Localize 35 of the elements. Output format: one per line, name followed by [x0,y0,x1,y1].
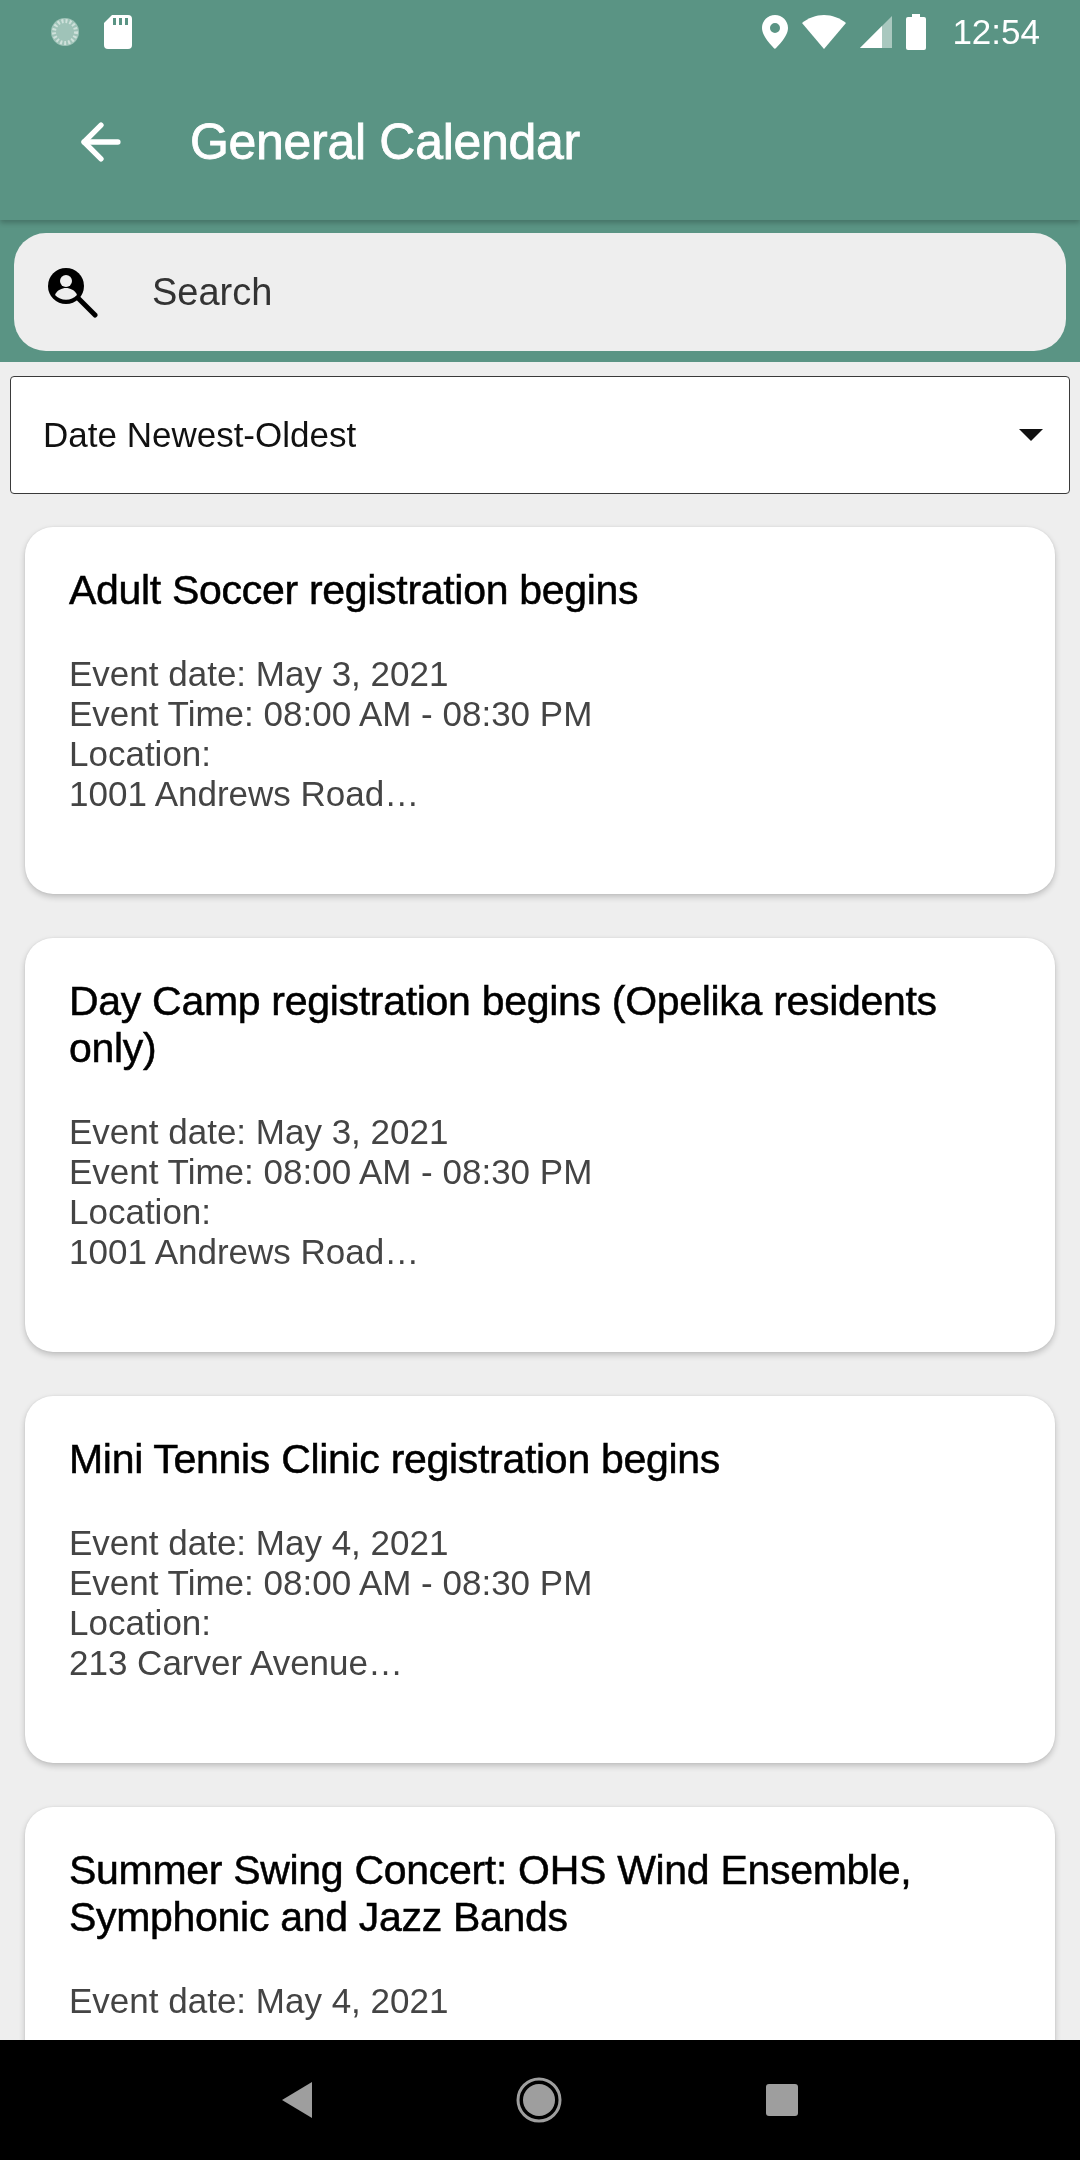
event-date: Event date: May 3, 2021 [69,1112,450,1152]
sd-card-icon [104,15,132,49]
back-triangle-icon[interactable] [282,2082,312,2118]
caret-icon [1019,429,1043,441]
sort-dropdown[interactable]: Date Newest-Oldest [10,376,1070,494]
search-icon [46,266,98,318]
location-label: Location: [69,1603,213,1643]
battery-icon [906,14,927,50]
event-card[interactable]: Day Camp registration begins (Opelika residents only) Event date: May 3, 2021 Event Time: 08:00 AM - 08:30 PM Location: 1001 Andrews Road… [25,938,1055,1352]
event-card[interactable]: Summer Swing Concert: OHS Wind Ensemble, Symphonic and Jazz Bands Event date: May 4, 2021 [25,1807,1055,2040]
screen-title: General Calendar [190,113,580,171]
event-title: Adult Soccer registration begins [69,567,640,614]
event-date: Event date: May 4, 2021 [69,1981,450,2021]
event-location: 1001 Andrews Road… [69,1232,421,1272]
event-title: Mini Tennis Clinic registration begins [69,1436,721,1483]
event-time: Event Time: 08:00 AM - 08:30 PM [69,1152,594,1192]
event-title: Day Camp registration begins (Opelika residents only) [69,978,938,1072]
location-label: Location: [69,734,213,774]
location-label: Location: [69,1192,213,1232]
event-location: 213 Carver Avenue… [69,1643,404,1683]
home-circle-icon[interactable] [516,2077,562,2123]
event-title: Summer Swing Concert: OHS Wind Ensemble, Symphonic and Jazz Bands [69,1847,913,1941]
event-date: Event date: May 4, 2021 [69,1523,450,1563]
event-date: Event date: May 3, 2021 [69,654,450,694]
status-time: 12:54 [952,12,1040,52]
event-card[interactable]: Adult Soccer registration begins Event date: May 3, 2021 Event Time: 08:00 AM - 08:30 PM Location: 1001 Andrews Road… [25,527,1055,894]
wifi-icon [802,15,847,49]
event-card[interactable]: Mini Tennis Clinic registration begins Event date: May 4, 2021 Event Time: 08:00 AM - 08:30 PM Location: 213 Carver Avenue… [25,1396,1055,1763]
sync-circle-icon [48,15,82,49]
search-field[interactable]: Search [14,233,1066,351]
event-location: 1001 Andrews Road… [69,774,421,814]
location-pin-icon [762,15,789,49]
event-time: Event Time: 08:00 AM - 08:30 PM [69,694,594,734]
signal-icon [860,16,893,48]
event-time: Event Time: 08:00 AM - 08:30 PM [69,1563,594,1603]
